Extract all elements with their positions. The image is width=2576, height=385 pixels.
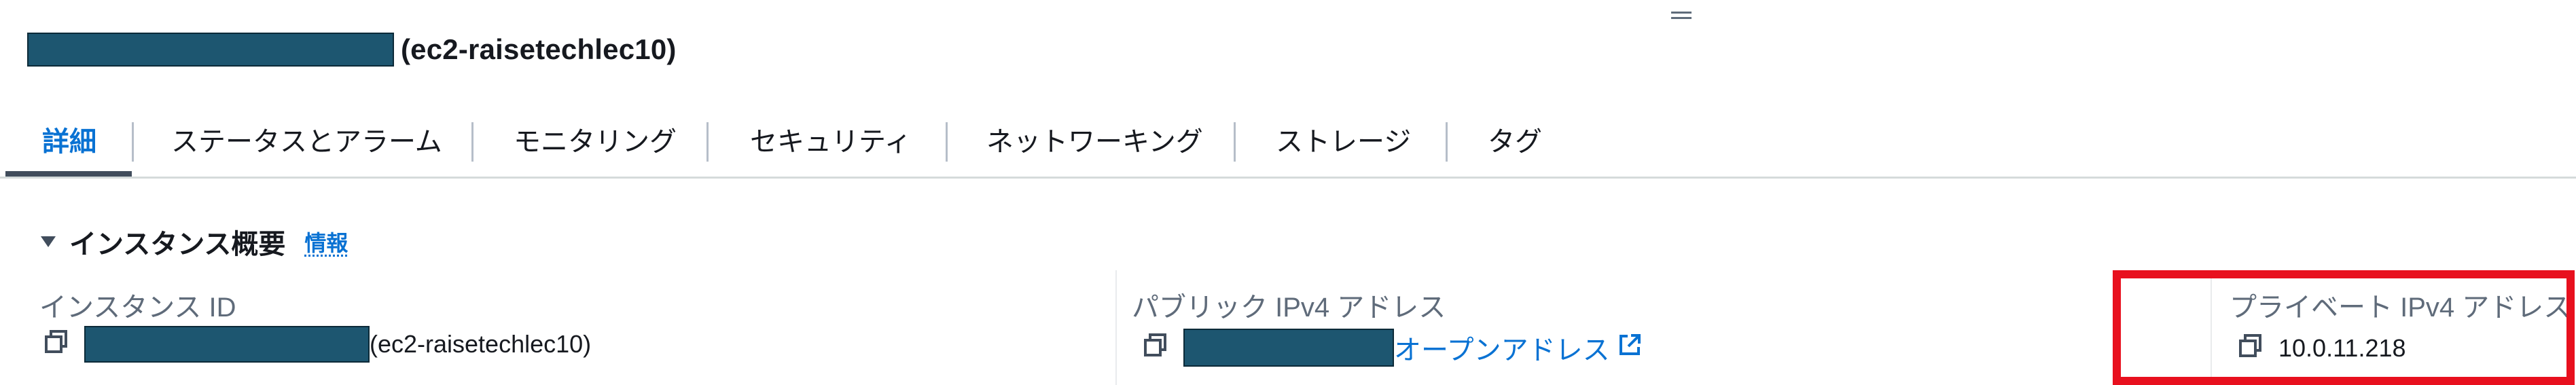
copy-icon[interactable] (1144, 333, 1167, 363)
copy-icon[interactable] (45, 329, 68, 359)
public-ipv4-label: パブリック IPv4 アドレス (1132, 293, 1446, 323)
highlight-annotation-box (2113, 270, 2575, 385)
active-tab-indicator (5, 171, 132, 177)
instance-title: (ec2-raisetechlec10) (27, 33, 677, 67)
tab-storage[interactable]: ストレージ (1276, 115, 1411, 163)
tab-tags[interactable]: タグ (1488, 115, 1542, 163)
instance-name: (ec2-raisetechlec10) (401, 33, 677, 65)
tab-status-alarms[interactable]: ステータスとアラーム (171, 115, 442, 163)
instance-id-value: (ec2-raisetechlec10) (45, 326, 591, 363)
detail-tabs: 詳細 ステータスとアラーム モニタリング セキュリティ ネットワーキング ストレ… (0, 107, 2576, 179)
open-address-link[interactable]: オープンアドレス (1394, 328, 1610, 367)
redacted-instance-id (84, 326, 370, 363)
redacted-public-ip (1183, 329, 1394, 367)
redacted-instance-id (27, 33, 394, 67)
instance-id-label: インスタンス ID (39, 293, 236, 323)
public-ipv4-value: オープンアドレス (1144, 329, 1641, 367)
tab-details[interactable]: 詳細 (42, 115, 96, 163)
tab-separator (706, 122, 709, 162)
instance-id-suffix: (ec2-raisetechlec10) (370, 330, 592, 358)
caret-down-icon[interactable] (41, 236, 56, 247)
tab-security[interactable]: セキュリティ (750, 115, 912, 163)
tab-separator (471, 122, 473, 162)
section-title: インスタンス概要 (69, 230, 286, 259)
info-link[interactable]: 情報 (304, 226, 348, 257)
external-link-icon[interactable] (1618, 333, 1641, 363)
tab-separator (946, 122, 948, 162)
tab-separator (1446, 122, 1448, 162)
tab-separator (132, 122, 134, 162)
panel-drag-handle-icon[interactable] (1671, 10, 1692, 23)
tab-separator (1234, 122, 1236, 162)
instance-summary-header[interactable]: インスタンス概要 情報 (41, 224, 348, 259)
tab-networking[interactable]: ネットワーキング (986, 115, 1203, 163)
tab-monitoring[interactable]: モニタリング (514, 115, 677, 163)
column-divider (1115, 270, 1117, 385)
